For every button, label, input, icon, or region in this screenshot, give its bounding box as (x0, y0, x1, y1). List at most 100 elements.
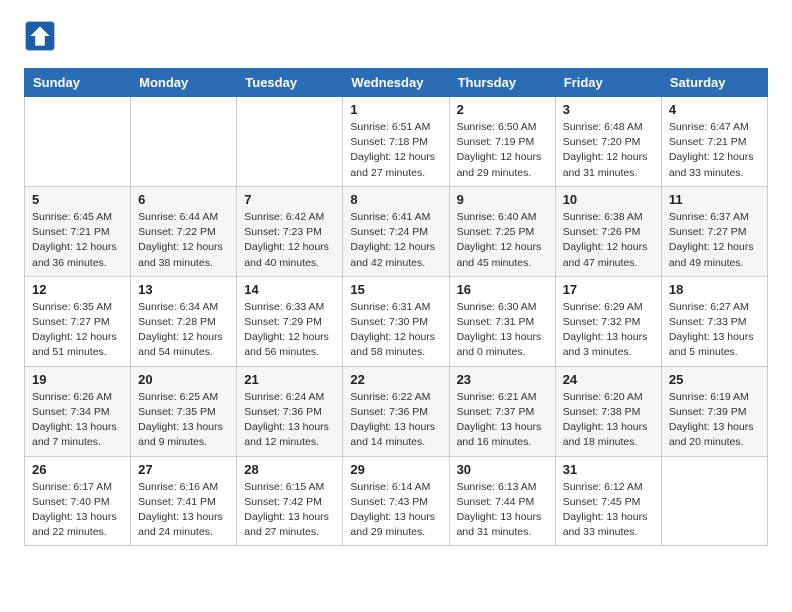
day-number: 6 (138, 192, 229, 207)
day-info: Sunrise: 6:25 AM Sunset: 7:35 PM Dayligh… (138, 390, 229, 451)
day-cell: 27Sunrise: 6:16 AM Sunset: 7:41 PM Dayli… (131, 456, 237, 546)
weekday-header-sunday: Sunday (25, 69, 131, 97)
day-info: Sunrise: 6:27 AM Sunset: 7:33 PM Dayligh… (669, 300, 760, 361)
day-cell: 17Sunrise: 6:29 AM Sunset: 7:32 PM Dayli… (555, 276, 661, 366)
day-number: 16 (457, 282, 548, 297)
day-number: 1 (350, 102, 441, 117)
day-cell: 4 Sunrise: 6:47 AM Sunset: 7:21 PM Daylig… (661, 97, 767, 187)
day-cell: 14 Sunrise: 6:33 AM Sunset: 7:29 PM Dayli… (237, 276, 343, 366)
weekday-header-monday: Monday (131, 69, 237, 97)
day-info: Sunrise: 6:16 AM Sunset: 7:41 PM Dayligh… (138, 480, 229, 541)
day-info: Sunrise: 6:51 AM Sunset: 7:18 PM Dayligh… (350, 120, 441, 181)
weekday-header-wednesday: Wednesday (343, 69, 449, 97)
logo (24, 20, 60, 52)
day-info: Sunrise: 6:21 AM Sunset: 7:37 PM Dayligh… (457, 390, 548, 451)
day-number: 8 (350, 192, 441, 207)
day-number: 14 (244, 282, 335, 297)
day-info: Sunrise: 6:48 AM Sunset: 7:20 PM Dayligh… (563, 120, 654, 181)
day-number: 29 (350, 462, 441, 477)
day-info: Sunrise: 6:31 AM Sunset: 7:30 PM Dayligh… (350, 300, 441, 361)
day-number: 17 (563, 282, 654, 297)
day-info: Sunrise: 6:34 AM Sunset: 7:28 PM Dayligh… (138, 300, 229, 361)
day-number: 22 (350, 372, 441, 387)
day-info: Sunrise: 6:26 AM Sunset: 7:34 PM Dayligh… (32, 390, 123, 451)
weekday-header-friday: Friday (555, 69, 661, 97)
day-number: 25 (669, 372, 760, 387)
day-number: 10 (563, 192, 654, 207)
day-cell: 10 Sunrise: 6:38 AM Sunset: 7:26 PM Dayli… (555, 186, 661, 276)
day-cell: 29 Sunrise: 6:14 AM Sunset: 7:43 PM Dayli… (343, 456, 449, 546)
day-number: 12 (32, 282, 123, 297)
day-number: 13 (138, 282, 229, 297)
weekday-header-tuesday: Tuesday (237, 69, 343, 97)
day-number: 11 (669, 192, 760, 207)
day-number: 24 (563, 372, 654, 387)
day-info: Sunrise: 6:15 AM Sunset: 7:42 PM Dayligh… (244, 480, 335, 541)
day-cell: 22 Sunrise: 6:22 AM Sunset: 7:36 PM Dayli… (343, 366, 449, 456)
day-cell: 5 Sunrise: 6:45 AM Sunset: 7:21 PM Daylig… (25, 186, 131, 276)
day-cell: 19 Sunrise: 6:26 AM Sunset: 7:34 PM Dayli… (25, 366, 131, 456)
day-cell: 16 Sunrise: 6:30 AM Sunset: 7:31 PM Dayli… (449, 276, 555, 366)
day-number: 31 (563, 462, 654, 477)
day-cell: 7 Sunrise: 6:42 AM Sunset: 7:23 PM Daylig… (237, 186, 343, 276)
day-number: 20 (138, 372, 229, 387)
day-cell: 3 Sunrise: 6:48 AM Sunset: 7:20 PM Daylig… (555, 97, 661, 187)
day-cell: 9Sunrise: 6:40 AM Sunset: 7:25 PM Daylig… (449, 186, 555, 276)
day-info: Sunrise: 6:37 AM Sunset: 7:27 PM Dayligh… (669, 210, 760, 271)
day-info: Sunrise: 6:30 AM Sunset: 7:31 PM Dayligh… (457, 300, 548, 361)
day-cell (25, 97, 131, 187)
day-cell (661, 456, 767, 546)
day-cell: 30Sunrise: 6:13 AM Sunset: 7:44 PM Dayli… (449, 456, 555, 546)
day-cell: 20 Sunrise: 6:25 AM Sunset: 7:35 PM Dayli… (131, 366, 237, 456)
day-number: 19 (32, 372, 123, 387)
day-info: Sunrise: 6:42 AM Sunset: 7:23 PM Dayligh… (244, 210, 335, 271)
day-number: 21 (244, 372, 335, 387)
day-number: 4 (669, 102, 760, 117)
week-row-5: 26Sunrise: 6:17 AM Sunset: 7:40 PM Dayli… (25, 456, 768, 546)
day-info: Sunrise: 6:50 AM Sunset: 7:19 PM Dayligh… (457, 120, 548, 181)
day-info: Sunrise: 6:47 AM Sunset: 7:21 PM Dayligh… (669, 120, 760, 181)
day-cell (237, 97, 343, 187)
day-info: Sunrise: 6:14 AM Sunset: 7:43 PM Dayligh… (350, 480, 441, 541)
week-row-1: 1 Sunrise: 6:51 AM Sunset: 7:18 PM Daylig… (25, 97, 768, 187)
day-cell (131, 97, 237, 187)
day-number: 9 (457, 192, 548, 207)
weekday-header-thursday: Thursday (449, 69, 555, 97)
day-cell: 31 Sunrise: 6:12 AM Sunset: 7:45 PM Dayli… (555, 456, 661, 546)
weekday-header-saturday: Saturday (661, 69, 767, 97)
day-cell: 6 Sunrise: 6:44 AM Sunset: 7:22 PM Daylig… (131, 186, 237, 276)
day-number: 30 (457, 462, 548, 477)
day-number: 26 (32, 462, 123, 477)
week-row-2: 5 Sunrise: 6:45 AM Sunset: 7:21 PM Daylig… (25, 186, 768, 276)
day-cell: 12Sunrise: 6:35 AM Sunset: 7:27 PM Dayli… (25, 276, 131, 366)
day-cell: 25Sunrise: 6:19 AM Sunset: 7:39 PM Dayli… (661, 366, 767, 456)
day-cell: 8 Sunrise: 6:41 AM Sunset: 7:24 PM Daylig… (343, 186, 449, 276)
day-info: Sunrise: 6:22 AM Sunset: 7:36 PM Dayligh… (350, 390, 441, 451)
day-info: Sunrise: 6:38 AM Sunset: 7:26 PM Dayligh… (563, 210, 654, 271)
day-info: Sunrise: 6:45 AM Sunset: 7:21 PM Dayligh… (32, 210, 123, 271)
weekday-header-row: SundayMondayTuesdayWednesdayThursdayFrid… (25, 69, 768, 97)
day-cell: 1 Sunrise: 6:51 AM Sunset: 7:18 PM Daylig… (343, 97, 449, 187)
day-number: 3 (563, 102, 654, 117)
day-cell: 11 Sunrise: 6:37 AM Sunset: 7:27 PM Dayli… (661, 186, 767, 276)
day-cell: 21 Sunrise: 6:24 AM Sunset: 7:36 PM Dayli… (237, 366, 343, 456)
day-info: Sunrise: 6:33 AM Sunset: 7:29 PM Dayligh… (244, 300, 335, 361)
day-cell: 13 Sunrise: 6:34 AM Sunset: 7:28 PM Dayli… (131, 276, 237, 366)
day-number: 7 (244, 192, 335, 207)
day-info: Sunrise: 6:44 AM Sunset: 7:22 PM Dayligh… (138, 210, 229, 271)
calendar-table: SundayMondayTuesdayWednesdayThursdayFrid… (24, 68, 768, 546)
day-info: Sunrise: 6:20 AM Sunset: 7:38 PM Dayligh… (563, 390, 654, 451)
day-info: Sunrise: 6:41 AM Sunset: 7:24 PM Dayligh… (350, 210, 441, 271)
week-row-4: 19 Sunrise: 6:26 AM Sunset: 7:34 PM Dayli… (25, 366, 768, 456)
day-cell: 18Sunrise: 6:27 AM Sunset: 7:33 PM Dayli… (661, 276, 767, 366)
day-cell: 23 Sunrise: 6:21 AM Sunset: 7:37 PM Dayli… (449, 366, 555, 456)
day-number: 23 (457, 372, 548, 387)
day-info: Sunrise: 6:24 AM Sunset: 7:36 PM Dayligh… (244, 390, 335, 451)
week-row-3: 12Sunrise: 6:35 AM Sunset: 7:27 PM Dayli… (25, 276, 768, 366)
day-cell: 2Sunrise: 6:50 AM Sunset: 7:19 PM Daylig… (449, 97, 555, 187)
day-number: 5 (32, 192, 123, 207)
logo-icon (24, 20, 56, 52)
day-info: Sunrise: 6:12 AM Sunset: 7:45 PM Dayligh… (563, 480, 654, 541)
day-number: 28 (244, 462, 335, 477)
day-number: 15 (350, 282, 441, 297)
